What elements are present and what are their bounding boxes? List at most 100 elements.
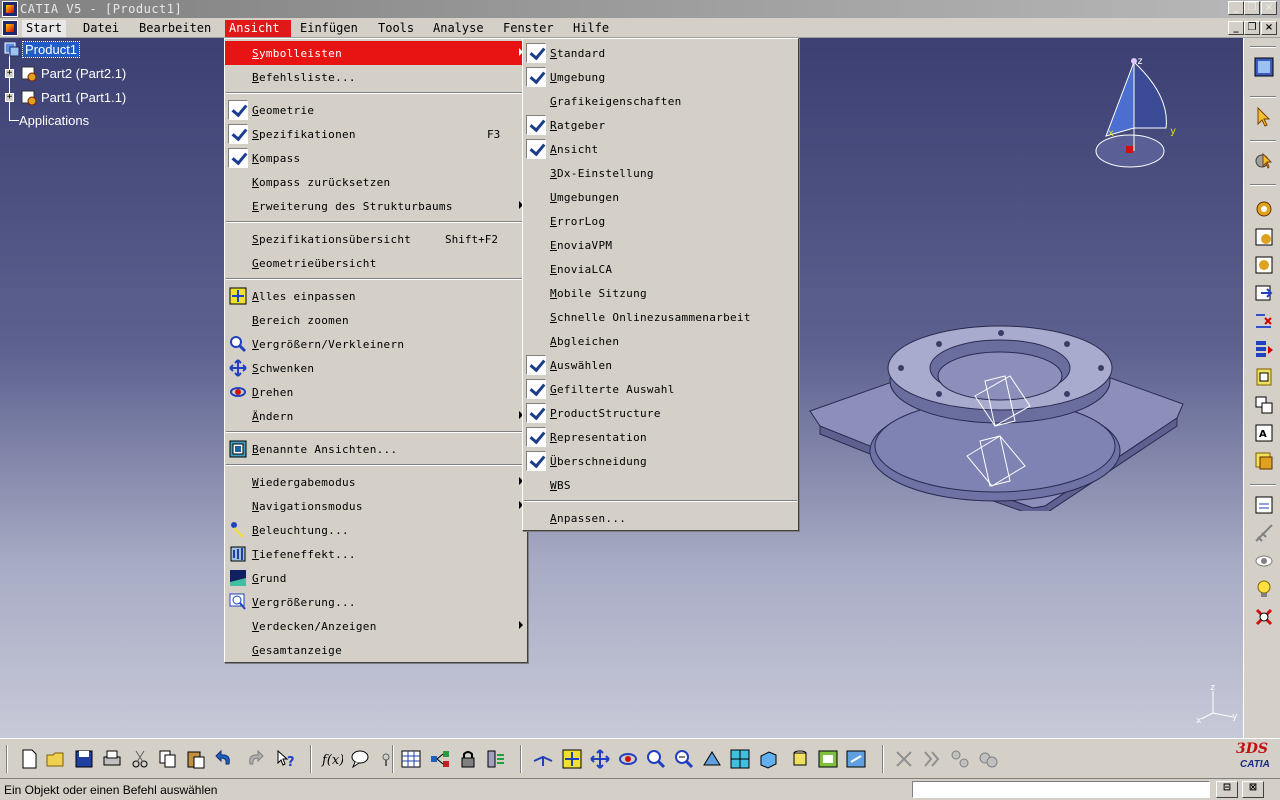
menu-item-vergroesserung[interactable]: Vergrößerung...	[225, 590, 527, 614]
view-eye-icon[interactable]	[1253, 550, 1275, 572]
shading-icon[interactable]	[789, 748, 811, 770]
lightbulb-icon[interactable]	[1253, 578, 1275, 600]
rotate-icon[interactable]	[617, 748, 639, 770]
menu-item-geometrie[interactable]: Geometrie	[225, 98, 527, 122]
isometric-view-icon[interactable]	[757, 748, 779, 770]
toolbar-item-wbs[interactable]: WBS	[523, 473, 798, 497]
menu-item-navigationsmodus[interactable]: Navigationsmodus	[225, 494, 527, 518]
toolbar-item-ansicht[interactable]: Ansicht	[523, 137, 798, 161]
lock-icon[interactable]	[457, 748, 479, 770]
menu-item-verdecken-anzeigen[interactable]: Verdecken/Anzeigen	[225, 614, 527, 638]
toolbar-item-representation[interactable]: Representation	[523, 425, 798, 449]
select-arrow-icon[interactable]	[1253, 106, 1275, 128]
menu-item-kompass-zuruecksetzen[interactable]: Kompass zurücksetzen	[225, 170, 527, 194]
doc-restore-button[interactable]: ❐	[1244, 21, 1260, 35]
formula-icon[interactable]: f(x)	[321, 748, 343, 770]
compass-icon[interactable]: z x y	[1090, 56, 1180, 174]
toolbar-item-anpassen[interactable]: Anpassen...	[523, 506, 798, 530]
pan-icon[interactable]	[589, 748, 611, 770]
document-icon[interactable]	[2, 20, 18, 36]
menu-bearbeiten[interactable]: Bearbeiten	[135, 20, 215, 37]
cut-icon[interactable]	[129, 748, 151, 770]
smart-move-icon[interactable]	[485, 748, 507, 770]
redo-icon[interactable]	[244, 748, 266, 770]
new-product-icon[interactable]	[1253, 226, 1275, 248]
tree-expand-icon[interactable]: +	[5, 69, 14, 78]
hide-show-icon[interactable]	[817, 748, 839, 770]
distance-analysis-icon[interactable]	[949, 748, 971, 770]
menu-item-beleuchtung[interactable]: Beleuchtung...	[225, 518, 527, 542]
menu-analyse[interactable]: Analyse	[429, 20, 488, 37]
menu-item-geometrieuebersicht[interactable]: Geometrieübersicht	[225, 251, 527, 275]
compare-products-icon[interactable]	[977, 748, 999, 770]
selective-load-icon[interactable]	[1253, 394, 1275, 416]
swap-space-icon[interactable]	[845, 748, 867, 770]
menu-item-spezifikationen[interactable]: Spezifikationen F3	[225, 122, 527, 146]
new-part-icon[interactable]	[1253, 254, 1275, 276]
menu-item-bereich-zoomen[interactable]: Bereich zoomen	[225, 308, 527, 332]
command-input[interactable]	[912, 781, 1210, 798]
multi-view-icon[interactable]	[729, 748, 751, 770]
tree-node-part1[interactable]: Part1 (Part1.1)	[41, 90, 126, 105]
toolbar-item-schnelle-onlinezusammenarbeit[interactable]: Schnelle Onlinezusammenarbeit	[523, 305, 798, 329]
restore-button[interactable]: ❐	[1244, 1, 1260, 15]
normal-view-icon[interactable]	[701, 748, 723, 770]
print-icon[interactable]	[101, 748, 123, 770]
menu-item-schwenken[interactable]: Schwenken	[225, 356, 527, 380]
toolbar-item-grafikeigenschaften[interactable]: Grafikeigenschaften	[523, 89, 798, 113]
menu-ansicht[interactable]: Ansicht	[225, 20, 291, 37]
manage-representations-icon[interactable]: A	[1253, 422, 1275, 444]
fit-all-icon[interactable]	[561, 748, 583, 770]
close-button[interactable]: ×	[1261, 1, 1277, 15]
toolbar-item-gefilterte-auswahl[interactable]: Gefilterte Auswahl	[523, 377, 798, 401]
toolbar-item-standard[interactable]: Standard	[523, 41, 798, 65]
doc-minimize-button[interactable]: _	[1228, 21, 1244, 35]
menu-item-drehen[interactable]: Drehen	[225, 380, 527, 404]
menu-item-erweiterung-strukturbaum[interactable]: Erweiterung des Strukturbaums	[225, 194, 527, 218]
catia-app-icon[interactable]	[2, 1, 18, 17]
undo-icon[interactable]	[213, 748, 235, 770]
menu-item-gesamtanzeige[interactable]: Gesamtanzeige	[225, 638, 527, 662]
menu-tools[interactable]: Tools	[374, 20, 418, 37]
3d-model[interactable]	[805, 296, 1195, 511]
menu-fenster[interactable]: Fenster	[499, 20, 558, 37]
menu-item-wiedergabemodus[interactable]: Wiedergabemodus	[225, 470, 527, 494]
toolbar-item-abgleichen[interactable]: Abgleichen	[523, 329, 798, 353]
toolbar-item-umgebung[interactable]: Umgebung	[523, 65, 798, 89]
clash-check-icon[interactable]	[893, 748, 915, 770]
toolbar-item-auswaehlen[interactable]: Auswählen	[523, 353, 798, 377]
tree-node-part2[interactable]: Part2 (Part2.1)	[41, 66, 126, 81]
menu-item-kompass[interactable]: Kompass	[225, 146, 527, 170]
replace-component-icon[interactable]	[1253, 310, 1275, 332]
menu-item-symbolleisten[interactable]: Symbolleisten	[225, 41, 527, 65]
minimize-button[interactable]: _	[1228, 1, 1244, 15]
toolbar-item-3dx-einstellung[interactable]: 3Dx-Einstellung	[523, 161, 798, 185]
new-icon[interactable]	[18, 748, 40, 770]
fly-mode-icon[interactable]	[532, 748, 554, 770]
scene-icon[interactable]	[1253, 494, 1275, 516]
zoom-in-icon[interactable]	[645, 748, 667, 770]
doc-close-button[interactable]: ×	[1261, 21, 1277, 35]
tree-expand-icon[interactable]: +	[5, 93, 14, 102]
toolbar-item-umgebungen[interactable]: Umgebungen	[523, 185, 798, 209]
toolbar-item-ratgeber[interactable]: Ratgeber	[523, 113, 798, 137]
menu-item-vergroessern-verkleinern[interactable]: Vergrößern/Verkleinern	[225, 332, 527, 356]
command-list-button[interactable]: ⊟	[1216, 781, 1238, 798]
new-component-icon[interactable]	[1253, 198, 1275, 220]
catalog-table-icon[interactable]	[400, 748, 422, 770]
tree-node-applications[interactable]: Applications	[19, 113, 89, 128]
toolbar-item-errorlog[interactable]: ErrorLog	[523, 209, 798, 233]
knowledge-advisor-icon[interactable]	[349, 748, 371, 770]
clash-icon[interactable]	[1253, 606, 1275, 628]
open-icon[interactable]	[45, 748, 67, 770]
menu-item-tiefeneffekt[interactable]: Tiefeneffekt...	[225, 542, 527, 566]
menu-item-aendern[interactable]: Ändern	[225, 404, 527, 428]
menu-item-benannte-ansichten[interactable]: Benannte Ansichten...	[225, 437, 527, 461]
graph-tree-reorder-icon[interactable]	[1253, 338, 1275, 360]
save-icon[interactable]	[73, 748, 95, 770]
filtered-select-icon[interactable]	[1253, 150, 1275, 172]
toolbar-item-productstructure[interactable]: ProductStructure	[523, 401, 798, 425]
menu-start[interactable]: Start	[22, 20, 67, 37]
toolbar-item-enoviavpm[interactable]: EnoviaVPM	[523, 233, 798, 257]
tree-node-product1[interactable]: Product1	[21, 41, 81, 58]
